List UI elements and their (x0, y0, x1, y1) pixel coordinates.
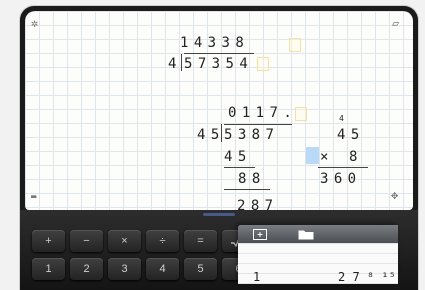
multiplier: 8 (349, 149, 363, 165)
key-divide[interactable]: ÷ (146, 230, 179, 252)
subtraction-line-2 (224, 189, 270, 190)
pages-icon[interactable]: ▱ (392, 17, 399, 29)
key-2[interactable]: 2 (70, 258, 103, 280)
divisor-top: 4 (168, 56, 182, 72)
empty-cell[interactable] (289, 38, 301, 52)
row-number: 1 (253, 270, 261, 284)
remainder-1: 88 (238, 171, 266, 187)
page-preview[interactable]: 1 2 7 ⁸ ¹⁵ (238, 243, 398, 284)
move-icon[interactable]: ✥ (391, 189, 398, 201)
cursor-cell[interactable] (306, 147, 319, 164)
key-5[interactable]: 5 (184, 258, 217, 280)
keyboard-icon[interactable]: ▬ (31, 191, 36, 203)
key-minus[interactable]: − (70, 230, 103, 252)
partial-2: 287 (237, 198, 279, 210)
key-plus[interactable]: + (32, 230, 65, 252)
multiplication-line (318, 167, 368, 168)
new-page-icon[interactable] (252, 228, 268, 240)
carry-digit: 4 (339, 114, 344, 123)
subtrahend-1: 45 (224, 149, 252, 165)
empty-cell[interactable] (295, 107, 307, 121)
multiply-operator: × (320, 149, 334, 165)
drag-handle[interactable] (203, 213, 235, 216)
page-browser-toolbar (238, 225, 398, 243)
dividend-top: 57354 (184, 56, 254, 72)
key-equals[interactable]: = (184, 230, 217, 252)
key-4[interactable]: 4 (146, 258, 179, 280)
gear-icon[interactable]: ✲ (31, 17, 38, 29)
multiplicand: 45 (337, 127, 365, 143)
grid-worksheet[interactable]: ✲ ▱ ▬ ✥ 14338 4 57354 0117. 45 5387 45 8… (25, 11, 413, 210)
quotient-top: 14338 (180, 35, 250, 51)
key-1[interactable]: 1 (32, 258, 65, 280)
division-bracket (181, 54, 182, 71)
key-multiply[interactable]: × (108, 230, 141, 252)
folder-icon[interactable] (298, 228, 314, 240)
division-bracket-lower (221, 124, 222, 142)
subtraction-line-1 (224, 167, 255, 168)
dividend-lower: 5387 (224, 127, 280, 143)
page-preview-text: 2 7 ⁸ ¹⁵ (338, 270, 396, 284)
division-bar (184, 53, 254, 54)
quotient-lower: 0117. (228, 105, 298, 121)
empty-cell[interactable] (257, 57, 269, 71)
division-bar-lower (224, 124, 292, 125)
product: 360 (320, 171, 362, 187)
page-browser-panel: 1 2 7 ⁸ ¹⁵ (238, 225, 398, 284)
key-3[interactable]: 3 (108, 258, 141, 280)
